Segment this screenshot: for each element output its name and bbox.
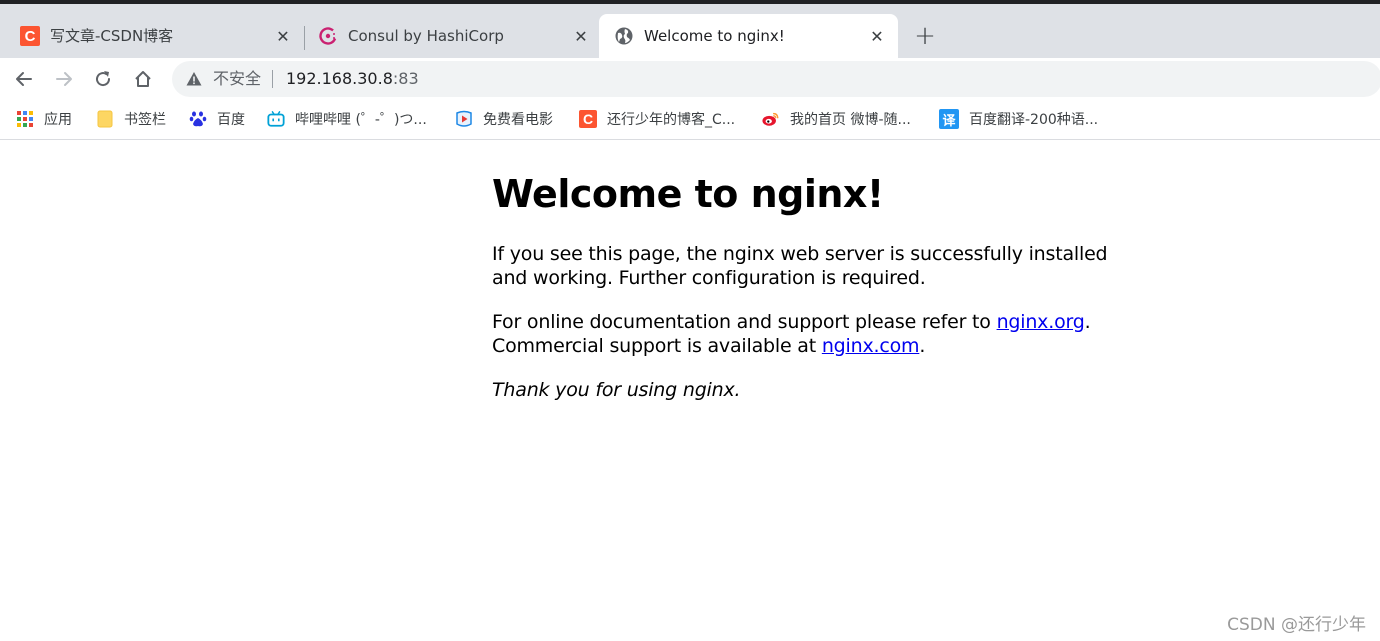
bookmark-label: 我的首页 微博-随...	[790, 112, 911, 128]
weibo-icon	[762, 110, 780, 128]
consul-icon	[318, 26, 338, 46]
not-secure-warning-icon[interactable]	[186, 71, 202, 91]
bookmark-bilibili[interactable]: 哔哩哔哩 (゜-゜)つ...	[267, 100, 427, 138]
bookmarks-bar: 应用 书签栏 百度 哔哩哔哩 (゜-゜)つ... 免费看电影 C 还行少年的博客…	[0, 100, 1380, 140]
bookmark-label: 百度	[217, 112, 245, 128]
translate-icon-glyph: 译	[942, 113, 956, 129]
nginx-com-link[interactable]: nginx.com	[822, 335, 920, 357]
url-host: 192.168.30.8	[286, 69, 393, 88]
svg-text:C: C	[583, 111, 593, 127]
intro-paragraph: If you see this page, the nginx web serv…	[492, 243, 1108, 289]
address-bar[interactable]: 不安全 192.168.30.8:83	[172, 61, 1380, 97]
thanks-text: Thank you for using nginx.	[492, 379, 741, 401]
translate-icon: 译	[939, 109, 959, 129]
bookmark-apps[interactable]: 应用	[16, 100, 72, 138]
tab-title: 写文章-CSDN博客	[50, 27, 174, 45]
docs-period: .	[1084, 311, 1091, 333]
tab-title: Welcome to nginx!	[644, 27, 785, 45]
bookmark-label: 还行少年的博客_C...	[607, 112, 736, 128]
tab-close-icon[interactable]: ✕	[273, 26, 293, 46]
video-play-icon	[455, 110, 473, 128]
bookmark-folder[interactable]: 书签栏	[96, 100, 166, 138]
forward-icon[interactable]	[51, 66, 77, 92]
nginx-welcome-page: Welcome to nginx! If you see this page, …	[492, 168, 1132, 422]
commercial-text: Commercial support is available at	[492, 335, 822, 357]
docs-paragraph: For online documentation and support ple…	[492, 310, 1132, 358]
bookmark-baidu-translate[interactable]: 译 百度翻译-200种语...	[939, 100, 1098, 138]
url-text[interactable]: 192.168.30.8:83	[286, 61, 419, 97]
browser-toolbar: 不安全 192.168.30.8:83	[0, 58, 1380, 100]
commercial-period: .	[919, 335, 926, 357]
tab-close-icon[interactable]: ✕	[571, 26, 591, 46]
back-icon[interactable]	[11, 66, 37, 92]
bookmark-free-movies[interactable]: 免费看电影	[455, 100, 553, 138]
home-icon[interactable]	[130, 66, 156, 92]
security-label[interactable]: 不安全	[213, 61, 261, 97]
bookmark-label: 百度翻译-200种语...	[969, 112, 1099, 128]
watermark: CSDN @还行少年	[1227, 615, 1366, 635]
page-heading: Welcome to nginx!	[492, 172, 884, 216]
bookmark-label: 应用	[44, 112, 72, 128]
tab-strip: C 写文章-CSDN博客 ✕ Consul by HashiCorp ✕ Wel…	[0, 4, 1380, 58]
nginx-org-link[interactable]: nginx.org	[997, 311, 1085, 333]
tab-consul[interactable]: Consul by HashiCorp ✕	[298, 14, 598, 58]
tab-nginx[interactable]: Welcome to nginx! ✕	[599, 14, 898, 58]
address-divider	[272, 70, 273, 88]
svg-text:C: C	[25, 28, 36, 45]
csdn-icon: C	[20, 26, 40, 46]
baidu-paw-icon	[189, 110, 207, 128]
url-port: :83	[392, 69, 419, 88]
apps-grid-icon	[16, 110, 34, 128]
bookmark-label: 免费看电影	[483, 112, 553, 128]
bookmark-csdn-blog[interactable]: C 还行少年的博客_C...	[579, 100, 735, 138]
tab-title: Consul by HashiCorp	[348, 27, 504, 45]
folder-icon	[96, 110, 114, 128]
tab-csdn-write[interactable]: C 写文章-CSDN博客 ✕	[0, 14, 300, 58]
globe-icon	[614, 26, 634, 46]
csdn-icon: C	[579, 110, 597, 128]
bookmark-label: 书签栏	[124, 112, 166, 128]
bookmark-label: 哔哩哔哩 (゜-゜)つ...	[295, 112, 427, 128]
docs-text: For online documentation and support ple…	[492, 311, 997, 333]
new-tab-button[interactable]: +	[912, 23, 938, 50]
bilibili-icon	[267, 110, 285, 128]
tab-close-icon[interactable]: ✕	[867, 26, 887, 46]
reload-icon[interactable]	[90, 66, 116, 92]
bookmark-baidu[interactable]: 百度	[189, 100, 245, 138]
bookmark-weibo[interactable]: 我的首页 微博-随...	[762, 100, 911, 138]
